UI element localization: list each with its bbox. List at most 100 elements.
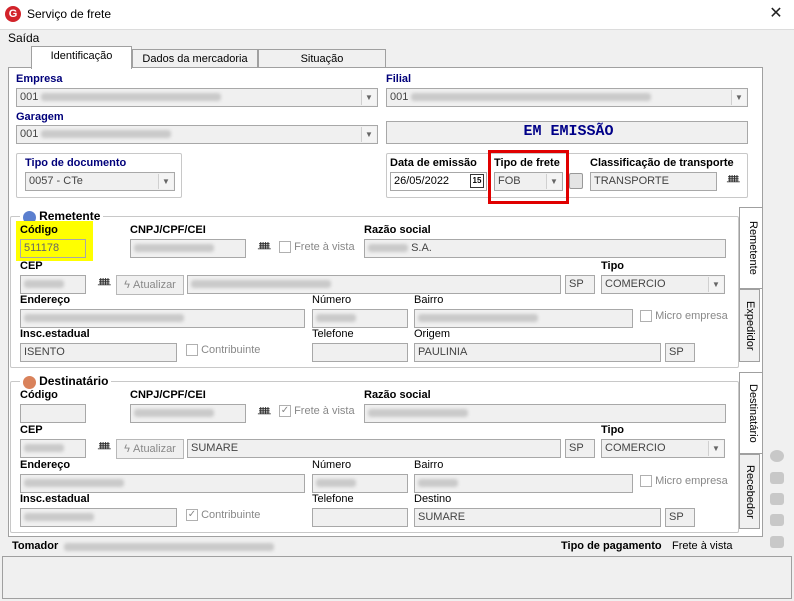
- frete-vista-label: Frete à vista: [294, 241, 355, 253]
- destinatario-cnpj-input[interactable]: [130, 404, 246, 423]
- tomador-label: Tomador: [12, 540, 59, 552]
- remetente-numero-input[interactable]: [312, 309, 408, 328]
- edit-icon[interactable]: [770, 536, 784, 548]
- tipo-label: Tipo: [601, 260, 625, 272]
- destinatario-telefone-input[interactable]: [312, 508, 408, 527]
- person-icon: [23, 375, 36, 389]
- remetente-insc-input[interactable]: ISENTO: [20, 343, 177, 362]
- record-icon[interactable]: [770, 450, 784, 462]
- destinatario-uf-input[interactable]: SP: [565, 439, 595, 458]
- data-emissao-input[interactable]: 26/05/2022 15: [390, 172, 487, 191]
- dropdown-arrow-icon: ▼: [708, 277, 723, 292]
- frete-vista-checkbox[interactable]: Frete à vista: [279, 241, 355, 254]
- redacted-text: [24, 513, 94, 522]
- remetente-codigo-input[interactable]: 511178: [20, 239, 86, 258]
- app-logo-icon: G: [5, 6, 21, 22]
- tab-identificacao[interactable]: Identificação: [31, 46, 132, 69]
- vtab-expedidor[interactable]: Expedidor: [739, 289, 760, 362]
- tipo-documento-select[interactable]: 0057 - CTe ▼: [25, 172, 175, 191]
- remetente-atualizar-button[interactable]: ϟ Atualizar: [116, 275, 184, 295]
- destinatario-bairro-input[interactable]: [414, 474, 633, 493]
- filial-value: 001: [390, 91, 409, 103]
- calendar-icon[interactable]: 15: [470, 174, 484, 188]
- telefone-label: Telefone: [312, 328, 354, 340]
- endereco-label: Endereço: [20, 294, 71, 306]
- cep-label: CEP: [20, 260, 43, 272]
- tipo-pagamento-value: Frete à vista: [672, 540, 733, 552]
- remetente-cep-input[interactable]: [20, 275, 86, 294]
- destinatario-atualizar-button[interactable]: ϟ Atualizar: [116, 439, 184, 459]
- remetente-bairro-input[interactable]: [414, 309, 633, 328]
- razao-social-label: Razão social: [364, 224, 431, 236]
- data-emissao-label: Data de emissão: [390, 157, 477, 169]
- frete-info-icon[interactable]: [569, 173, 583, 189]
- filial-select[interactable]: 001 ▼: [386, 88, 748, 107]
- redacted-text: [24, 444, 64, 453]
- numero-label: Número: [312, 459, 352, 471]
- tab-label: Situação: [300, 53, 344, 65]
- origem-input[interactable]: PAULINIA: [414, 343, 661, 362]
- status-bar: [2, 556, 792, 599]
- binoculars-icon[interactable]: ᚙ: [258, 242, 271, 255]
- origem-uf-input[interactable]: SP: [665, 343, 695, 362]
- binoculars-icon[interactable]: ᚙ: [258, 407, 271, 420]
- hand-pointer-icon[interactable]: [770, 493, 784, 505]
- tab-situacao[interactable]: Situação: [258, 49, 386, 69]
- micro-empresa-label: Micro empresa: [655, 475, 728, 487]
- destinatario-cidade-input[interactable]: SUMARE: [187, 439, 561, 458]
- destinatario-numero-input[interactable]: [312, 474, 408, 493]
- remetente-endereco-input[interactable]: [20, 309, 305, 328]
- tab-label: Dados da mercadoria: [142, 53, 248, 65]
- hand-pointer-icon[interactable]: [770, 472, 784, 484]
- empresa-select[interactable]: 001 ▼: [16, 88, 378, 107]
- atualizar-label: Atualizar: [133, 443, 176, 455]
- frete-vista-checkbox[interactable]: ✓ Frete à vista: [279, 405, 355, 418]
- cnpj-label: CNPJ/CPF/CEI: [130, 224, 206, 236]
- destino-input[interactable]: SUMARE: [414, 508, 661, 527]
- bairro-label: Bairro: [414, 294, 444, 306]
- destinatario-insc-input[interactable]: [20, 508, 177, 527]
- remetente-razao-input[interactable]: S.A.: [364, 239, 726, 258]
- checkbox-box: [279, 241, 291, 254]
- truck-icon[interactable]: [770, 514, 784, 526]
- classificacao-input[interactable]: TRANSPORTE: [590, 172, 717, 191]
- filial-label: Filial: [386, 73, 412, 85]
- tab-dados-mercadoria[interactable]: Dados da mercadoria: [132, 49, 258, 69]
- destinatario-razao-input[interactable]: [364, 404, 726, 423]
- binoculars-icon[interactable]: ᚙ: [727, 175, 740, 188]
- tipo-documento-value: 0057 - CTe: [29, 175, 83, 187]
- micro-empresa-checkbox[interactable]: Micro empresa: [640, 475, 728, 488]
- remetente-cnpj-input[interactable]: [130, 239, 246, 258]
- remetente-cidade-input[interactable]: [187, 275, 561, 294]
- close-button[interactable]: ✕: [760, 2, 792, 26]
- binoculars-icon[interactable]: ᚙ: [98, 442, 111, 455]
- checkbox-box: [186, 344, 198, 357]
- destinatario-codigo-input[interactable]: [20, 404, 86, 423]
- vtab-recebedor[interactable]: Recebedor: [739, 454, 760, 529]
- vtab-destinatario[interactable]: Destinatário: [739, 372, 763, 454]
- contribuinte-checkbox[interactable]: ✓ Contribuinte: [186, 509, 260, 522]
- destinatario-tipo-select[interactable]: COMERCIO ▼: [601, 439, 725, 458]
- atualizar-label: Atualizar: [133, 279, 176, 291]
- numero-label: Número: [312, 294, 352, 306]
- remetente-uf-input[interactable]: SP: [565, 275, 595, 294]
- destinatario-endereco-input[interactable]: [20, 474, 305, 493]
- remetente-telefone-input[interactable]: [312, 343, 408, 362]
- tipo-value: COMERCIO: [605, 442, 666, 454]
- tab-label: Identificação: [50, 50, 113, 62]
- endereco-label: Endereço: [20, 459, 71, 471]
- binoculars-icon[interactable]: ᚙ: [98, 278, 111, 291]
- remetente-tipo-select[interactable]: COMERCIO ▼: [601, 275, 725, 294]
- micro-empresa-label: Micro empresa: [655, 310, 728, 322]
- vtab-remetente[interactable]: Remetente: [739, 207, 763, 289]
- micro-empresa-checkbox[interactable]: Micro empresa: [640, 310, 728, 323]
- menu-saida[interactable]: Saída: [8, 31, 39, 45]
- destinatario-cep-input[interactable]: [20, 439, 86, 458]
- dropdown-arrow-icon: ▼: [708, 441, 723, 456]
- redacted-text: [316, 314, 356, 323]
- garagem-select[interactable]: 001 ▼: [16, 125, 378, 144]
- lightning-icon: ϟ: [124, 279, 130, 291]
- tipo-frete-select[interactable]: FOB ▼: [494, 172, 563, 191]
- contribuinte-checkbox[interactable]: Contribuinte: [186, 344, 260, 357]
- destino-uf-input[interactable]: SP: [665, 508, 695, 527]
